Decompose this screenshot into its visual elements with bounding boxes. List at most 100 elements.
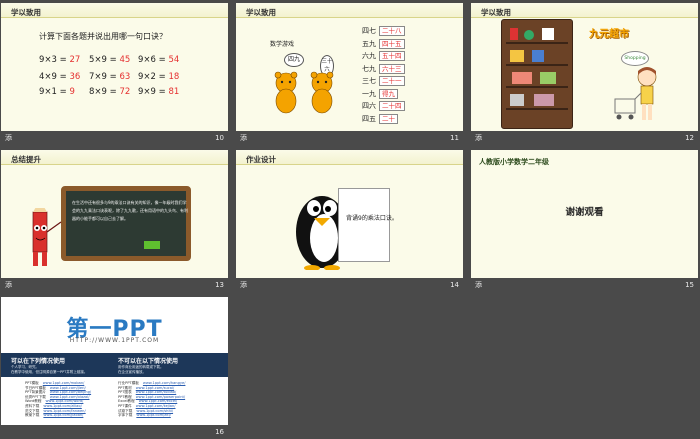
link-url[interactable]: www.1ppt.com/kejian/ bbox=[136, 404, 176, 408]
equation-expression: 7×9 = bbox=[89, 72, 117, 82]
equation-expression: 9×2 = bbox=[138, 72, 166, 82]
add-note-link[interactable]: 添 bbox=[240, 132, 247, 145]
link-url[interactable]: www.1ppt.com/tubiao/ bbox=[136, 390, 177, 394]
slide-11-thumbnail[interactable]: 学以致用 数学游戏 四九 三十六 四七 二十八 五九 四十五 六九 五十四 七九 六十三 三七二… bbox=[236, 3, 463, 131]
slide-number: 12 bbox=[685, 134, 694, 142]
equation-answer: 63 bbox=[119, 72, 131, 82]
link-url[interactable]: www.1ppt.com/moban/ bbox=[43, 381, 85, 385]
can-use-note: 在教学中使用，但注明源自第一PPT并附上链接。 bbox=[11, 370, 88, 374]
slide-12-footer: 添 12 bbox=[471, 132, 698, 145]
rhyme-item: 七九 六十三 bbox=[362, 63, 405, 74]
slide-16-thumbnail[interactable]: 第一PPT HTTP://WWW.1PPT.COM 可以在下列情况使用 不可以在… bbox=[1, 297, 228, 425]
rhyme-answer-box: 得九 bbox=[379, 88, 398, 99]
equation-answer: 27 bbox=[69, 55, 81, 65]
equation: 9×9 = 81 bbox=[138, 87, 179, 97]
slide-14-thumbnail[interactable]: 作业设计 背诵9的乘法口诀。 bbox=[236, 150, 463, 278]
add-note-link[interactable]: 添 bbox=[475, 132, 482, 145]
equation-expression: 9×6 = bbox=[138, 55, 166, 65]
rhyme-item: 五九 四十五 bbox=[362, 38, 405, 49]
link-url[interactable]: www.1ppt.com/sucai/ bbox=[136, 386, 174, 390]
slide-15-footer: 添 15 bbox=[471, 279, 698, 292]
equation-expression: 8×9 = bbox=[89, 87, 117, 97]
equation: 7×9 = 63 bbox=[89, 72, 130, 82]
rhyme-answer-box: 二十一 bbox=[379, 76, 405, 86]
equation-expression: 4×9 = bbox=[39, 72, 67, 82]
link-label: PPT模板 bbox=[25, 381, 39, 385]
slide-16-footer: 16 bbox=[1, 426, 228, 439]
question-text: 计算下面各题并说出用哪一句口诀？ bbox=[39, 32, 167, 41]
slide-15-thumbnail[interactable]: 人教版小学数学二年级 谢谢观看 bbox=[471, 150, 698, 278]
link-row: 字体下载 www.1ppt.com/ziti/ bbox=[118, 413, 185, 418]
rhyme-item: 四六 二十四 bbox=[362, 100, 405, 111]
link-url[interactable]: www.1ppt.com/ziliao/ bbox=[43, 404, 81, 408]
link-label: 教案下载 bbox=[25, 413, 40, 418]
speech-bubble-left: 四九 bbox=[284, 53, 304, 67]
link-label: PPT素材 bbox=[118, 385, 132, 390]
slide-11-footer: 添 11 bbox=[236, 132, 463, 145]
rhyme-answer-box: 二十 bbox=[379, 113, 398, 124]
cannot-use-note: 在企业宣传播放。 bbox=[118, 370, 146, 374]
equation-expression: 9×9 = bbox=[138, 87, 166, 97]
ppt-url: HTTP://WWW.1PPT.COM bbox=[69, 337, 160, 344]
slide-number: 14 bbox=[450, 281, 459, 289]
link-label: 节日PPT模板 bbox=[25, 385, 46, 390]
slide-number: 16 bbox=[215, 428, 224, 436]
shopper-girl-illustration bbox=[614, 67, 657, 120]
cannot-use-title: 不可以在以下情况使用 bbox=[118, 358, 179, 365]
rhyme-item: 四五 二十 bbox=[362, 113, 398, 124]
slide-number: 11 bbox=[450, 134, 459, 142]
equation: 8×9 = 72 bbox=[89, 87, 130, 97]
equation: 9×3 = 27 bbox=[39, 55, 80, 65]
add-note-link[interactable]: 添 bbox=[240, 279, 247, 292]
equation-answer: 18 bbox=[168, 72, 180, 82]
add-note-link[interactable]: 添 bbox=[5, 279, 12, 292]
equation-answer: 54 bbox=[168, 55, 180, 65]
shop-title: 九元超市 bbox=[589, 29, 629, 40]
slide-12-thumbnail[interactable]: 学以致用 九元超市 Shopping bbox=[471, 3, 698, 131]
link-url[interactable]: www.1ppt.com/jieri/ bbox=[50, 386, 86, 390]
rhyme-answer-box: 四十五 bbox=[379, 38, 405, 49]
pencil-character-illustration bbox=[32, 208, 62, 266]
homework-text: 背诵9的乘法口诀。 bbox=[346, 215, 398, 222]
link-label: 行业PPT模板 bbox=[118, 381, 139, 385]
equation: 9×6 = 54 bbox=[138, 55, 179, 65]
link-url[interactable]: www.1ppt.com/hangye/ bbox=[143, 381, 186, 385]
equation-answer: 72 bbox=[119, 87, 131, 97]
slide-title: 作业设计 bbox=[246, 155, 276, 164]
link-url[interactable]: www.1ppt.com/excel/ bbox=[139, 399, 178, 403]
slide-title: 学以致用 bbox=[11, 8, 41, 17]
slide-number: 15 bbox=[685, 281, 694, 289]
equation-answer: 9 bbox=[69, 87, 75, 97]
slide-13-thumbnail[interactable]: 总结提升 在生活中还有很多与9的乘法口诀有关的知识，像一年级时我们学会的九九乘法… bbox=[1, 150, 228, 278]
link-url[interactable]: www.1ppt.com/jiaoan/ bbox=[43, 413, 83, 417]
rhyme-answer-box: 二十八 bbox=[379, 26, 405, 36]
slide-14-footer: 添 14 bbox=[236, 279, 463, 292]
link-row: 教案下载 www.1ppt.com/jiaoan/ bbox=[25, 413, 91, 418]
rhyme-lead: 四五 bbox=[362, 114, 376, 123]
slide-number: 10 bbox=[215, 134, 224, 142]
rhyme-item: 四七 二十八 bbox=[362, 25, 405, 36]
rhyme-item: 六九 五十四 bbox=[362, 50, 405, 61]
homework-paper bbox=[338, 188, 390, 262]
equation-answer: 36 bbox=[69, 72, 81, 82]
equation-answer: 81 bbox=[168, 87, 180, 97]
add-note-link[interactable]: 添 bbox=[5, 132, 12, 145]
slide-10-thumbnail[interactable]: 学以致用 计算下面各题并说出用哪一句口诀？ 9×3 = 27 5×9 = 45 9×… bbox=[1, 3, 228, 131]
blackboard: 在生活中还有很多与9的乘法口诀有关的知识，像一年级时我们学会的九九乘法口诀表呢，… bbox=[61, 186, 191, 261]
thanks-text: 谢谢观看 bbox=[565, 207, 604, 218]
rhyme-item: 三七 二十一 bbox=[362, 75, 405, 86]
rhyme-answer-box: 二十四 bbox=[379, 101, 405, 111]
link-label: 字体下载 bbox=[118, 413, 133, 418]
link-label: Excel教程 bbox=[118, 399, 135, 404]
rhyme-lead: 六九 bbox=[362, 52, 376, 60]
add-note-link[interactable]: 添 bbox=[475, 279, 482, 292]
link-url[interactable]: www.1ppt.com/shiti/ bbox=[136, 409, 173, 413]
link-url[interactable]: www.1ppt.com/beijing/ bbox=[50, 390, 91, 394]
link-url[interactable]: www.1ppt.com/fanwen/ bbox=[43, 409, 85, 413]
rhyme-lead: 七九 bbox=[362, 64, 376, 73]
can-use-title: 可以在下列情况使用 bbox=[11, 358, 66, 365]
link-url[interactable]: www.1ppt.com/word/ bbox=[45, 399, 83, 403]
equation: 4×9 = 36 bbox=[39, 72, 80, 82]
link-url[interactable]: www.1ppt.com/ziti/ bbox=[136, 413, 170, 417]
link-label: Word教程 bbox=[25, 399, 42, 404]
